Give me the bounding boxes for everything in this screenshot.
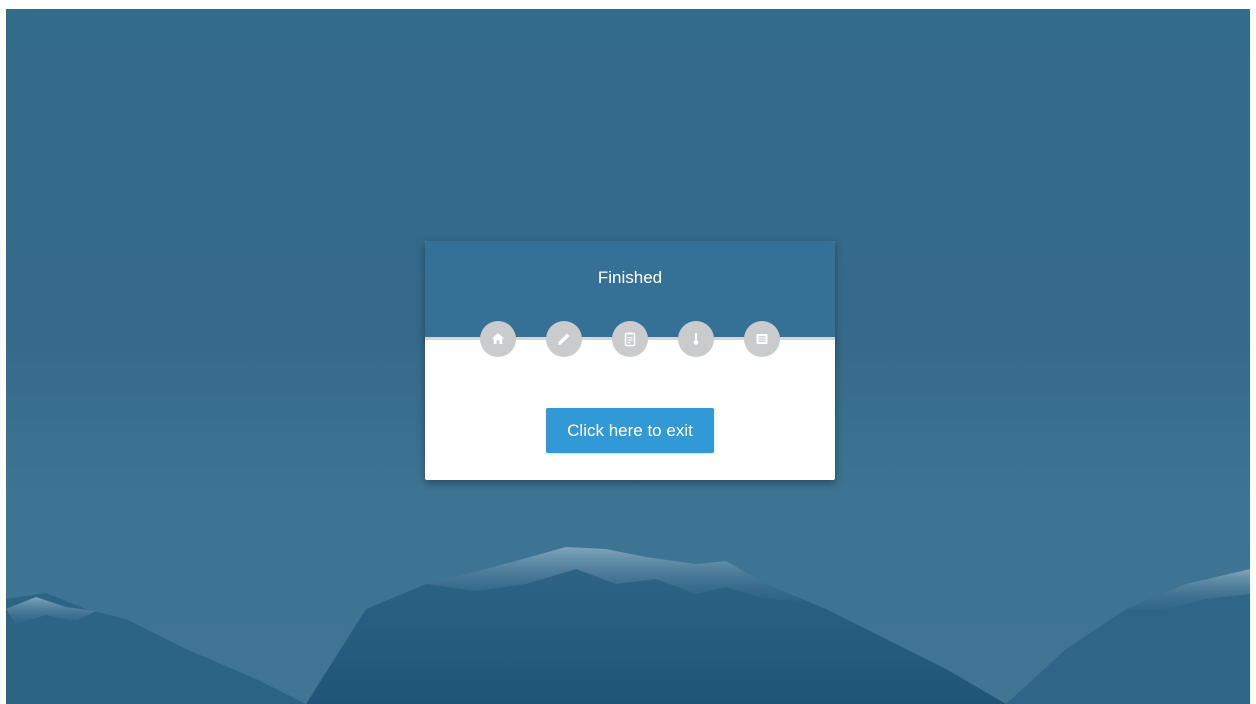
- list-icon: [756, 334, 768, 344]
- background-screen: Finished Click here to exit: [6, 9, 1250, 704]
- exit-button[interactable]: Click here to exit: [546, 408, 714, 453]
- step-thermometer: [678, 321, 714, 357]
- step-list: [744, 321, 780, 357]
- step-home: [480, 321, 516, 357]
- finished-dialog: Finished Click here to exit: [425, 241, 835, 480]
- pencil-icon: [558, 333, 570, 345]
- clipboard-icon: [624, 332, 636, 347]
- dialog-title: Finished: [597, 268, 663, 287]
- thermometer-icon: [693, 333, 699, 345]
- home-icon: [492, 333, 504, 344]
- step-pencil: [546, 321, 582, 357]
- step-clipboard: [612, 321, 648, 357]
